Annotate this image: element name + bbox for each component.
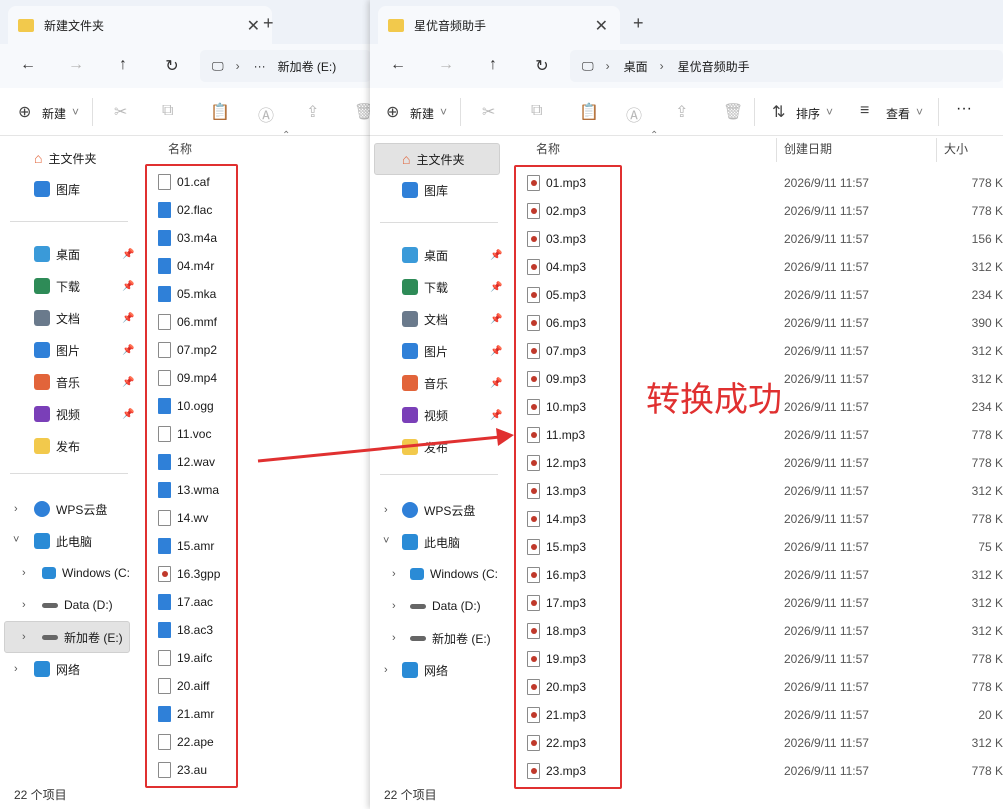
annotation-label: 转换成功 xyxy=(646,380,782,420)
conversion-arrow xyxy=(257,428,514,463)
